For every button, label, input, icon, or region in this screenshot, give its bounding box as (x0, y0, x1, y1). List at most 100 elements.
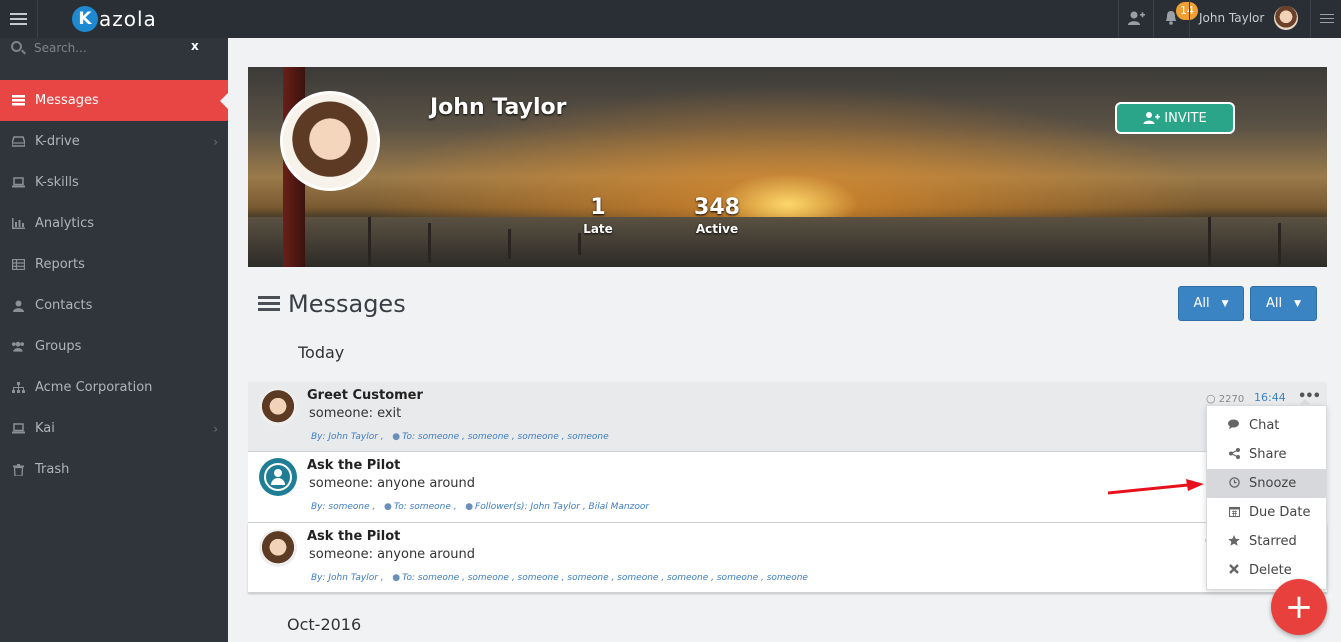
user-icon: ● (392, 573, 401, 583)
message-by: By: John Taylor , (311, 432, 384, 442)
message-by: By: John Taylor , (311, 573, 384, 583)
invite-label: INVITE (1164, 110, 1207, 126)
filter-label: All (1193, 296, 1210, 311)
notification-badge: 14 (1176, 2, 1198, 20)
user-name[interactable]: John Taylor (1199, 11, 1264, 25)
menu-item-due-date[interactable]: Due Date (1207, 498, 1326, 527)
message-title: Ask the Pilot (307, 458, 401, 473)
message-body: someone: exit (309, 406, 402, 421)
avatar[interactable] (1274, 6, 1298, 30)
comment-count[interactable]: ○ 2270 (1206, 392, 1244, 405)
message-title: Greet Customer (307, 388, 423, 403)
sidebar-nav: Messages K-drive › K-skills Analytics Re… (0, 80, 228, 490)
message-to: To: someone , (393, 502, 457, 512)
message-followers: Follower(s): John Taylor , Bilal Manzoor (475, 502, 650, 512)
share-icon (1227, 447, 1241, 462)
sidebar-item-messages[interactable]: Messages (0, 80, 228, 121)
messages-icon (11, 95, 25, 107)
sidebar-item-k-skills[interactable]: K-skills (0, 162, 228, 203)
filter-label: All (1265, 296, 1283, 311)
app-logo[interactable]: K azola (72, 6, 157, 32)
comment-count-value: 2270 (1218, 394, 1245, 405)
stat-late[interactable]: 1 Late (578, 195, 618, 236)
menu-item-starred[interactable]: Starred (1207, 527, 1326, 556)
menu-item-label: Snooze (1249, 476, 1297, 491)
chevron-down-icon: ▼ (1294, 298, 1302, 309)
invite-button[interactable]: INVITE (1115, 102, 1235, 134)
message-meta: By: John Taylor , ● To: someone , someone… (311, 432, 609, 442)
top-bar: K azola 14 John Taylor (0, 0, 1341, 38)
trash-icon (11, 463, 25, 476)
menu-item-chat[interactable]: Chat (1207, 411, 1326, 440)
sidebar-item-acme-corporation[interactable]: Acme Corporation (0, 367, 228, 408)
menu-item-label: Chat (1249, 418, 1280, 433)
profile-name: John Taylor (430, 95, 567, 120)
sidebar-item-label: Reports (35, 257, 85, 272)
sidebar-item-trash[interactable]: Trash (0, 449, 228, 490)
message-title: Ask the Pilot (307, 529, 401, 544)
messages-icon (258, 295, 280, 313)
sidebar: x Messages K-drive › K-skills Analyti (0, 38, 228, 642)
stat-value: 348 (694, 195, 740, 220)
profile-picture[interactable] (280, 91, 380, 191)
menu-item-label: Due Date (1249, 505, 1311, 520)
user-icon: ● (465, 502, 474, 512)
comment-icon: ○ (1206, 392, 1216, 405)
message-to: To: someone , someone , someone , someon… (402, 432, 609, 442)
stat-active[interactable]: 348 Active (692, 195, 742, 236)
add-user-icon[interactable] (1127, 10, 1145, 28)
avatar (259, 388, 297, 426)
sidebar-item-groups[interactable]: Groups (0, 326, 228, 367)
sidebar-item-kai[interactable]: Kai › (0, 408, 228, 449)
comments-icon (1227, 419, 1241, 433)
message-row[interactable]: Greet Customer someone: exit By: John Ta… (248, 382, 1327, 452)
sidebar-item-label: Kai (35, 421, 55, 436)
sidebar-item-label: Trash (35, 462, 70, 477)
banner-sea (248, 217, 1327, 267)
message-time: 16:44 (1254, 391, 1286, 404)
sidebar-item-k-drive[interactable]: K-drive › (0, 121, 228, 162)
annotation-arrow (1108, 479, 1204, 495)
sidebar-item-label: Messages (35, 93, 99, 108)
menu-item-label: Starred (1249, 534, 1297, 549)
stat-label: Late (583, 222, 613, 236)
chevron-right-icon: › (213, 421, 218, 436)
calendar-icon (1227, 506, 1241, 520)
add-button[interactable]: + (1271, 579, 1327, 635)
message-body: someone: anyone around (309, 547, 476, 562)
avatar (259, 458, 297, 496)
filter-dropdown-1[interactable]: All ▼ (1178, 286, 1244, 321)
sidebar-item-label: Acme Corporation (35, 380, 153, 395)
sidebar-item-contacts[interactable]: Contacts (0, 285, 228, 326)
message-by: By: someone , (311, 502, 376, 512)
message-body: someone: anyone around (309, 476, 476, 491)
sidebar-item-label: Groups (35, 339, 82, 354)
menu-item-snooze[interactable]: Snooze (1207, 469, 1326, 498)
star-icon (1227, 534, 1241, 549)
logo-text: azola (99, 7, 157, 31)
clear-search-button[interactable]: x (191, 39, 199, 53)
search-icon (11, 41, 22, 52)
menu-item-label: Delete (1249, 563, 1292, 578)
sidebar-item-label: K-drive (35, 134, 80, 149)
sidebar-toggle-button[interactable] (0, 0, 38, 38)
message-actions-menu: Chat Share Snooze Due Date Starred Delet… (1206, 399, 1327, 590)
filter-dropdown-2[interactable]: All ▼ (1250, 286, 1317, 321)
page-title-text: Messages (288, 290, 406, 318)
search-input[interactable] (34, 39, 184, 57)
message-row[interactable]: Ask the Pilot someone: anyone around By:… (248, 523, 1327, 593)
chevron-down-icon: ▼ (1221, 298, 1229, 309)
profile-banner: John Taylor 1 Late 348 Active INVITE (248, 67, 1327, 267)
sidebar-item-label: K-skills (35, 175, 79, 190)
sidebar-item-reports[interactable]: Reports (0, 244, 228, 285)
menu-item-share[interactable]: Share (1207, 440, 1326, 469)
laptop-icon (11, 423, 25, 435)
menu-item-label: Share (1249, 447, 1287, 462)
stat-label: Active (695, 222, 739, 236)
add-user-icon (1143, 112, 1161, 124)
logo-mark: K (72, 6, 98, 32)
avatar (259, 529, 297, 567)
sitemap-icon (11, 382, 25, 394)
clock-icon (1227, 476, 1241, 491)
sidebar-item-analytics[interactable]: Analytics (0, 203, 228, 244)
